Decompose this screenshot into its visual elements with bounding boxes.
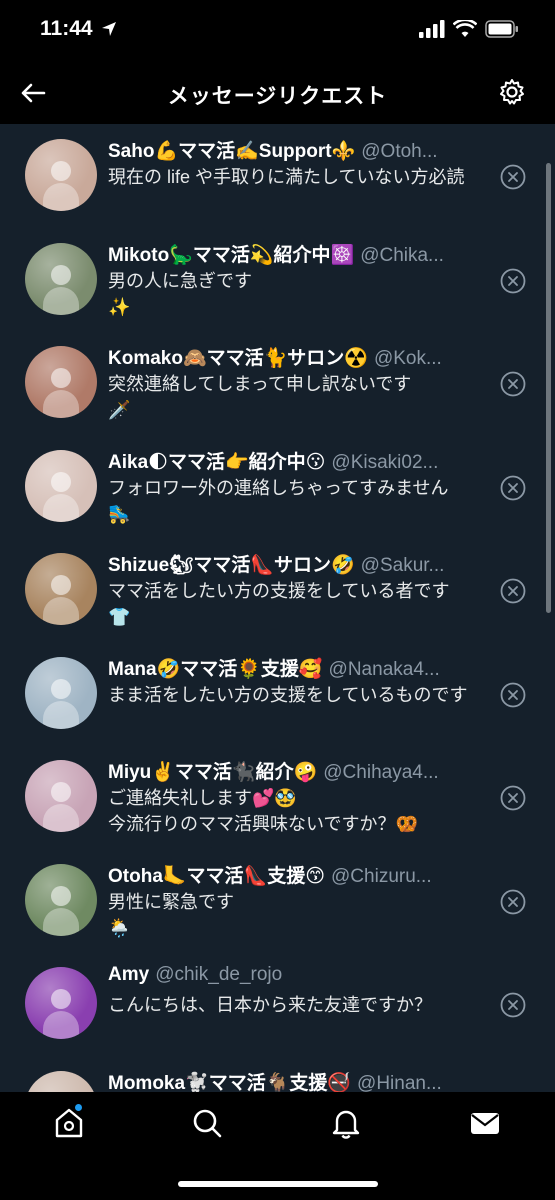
user-handle: @Chihaya4...: [323, 762, 439, 783]
request-header: Komako🙈ママ活🐈サロン☢️ @Kok...: [108, 343, 480, 370]
message-preview: ママ活をしたい方の支援をしている者です 👕: [108, 581, 450, 627]
status-time: 11:44: [40, 17, 93, 40]
avatar[interactable]: [25, 139, 97, 211]
display-name: Miyu✌️ママ活🐈‍⬛紹介🤪: [108, 762, 318, 783]
request-header: Mikoto🦕ママ活💫紹介中☸️ @Chika...: [108, 240, 480, 267]
home-indicator: [178, 1181, 378, 1187]
dismiss-x-icon[interactable]: [500, 371, 526, 397]
message-preview: フォロワー外の連絡しちゃってすみません 🛼: [108, 477, 449, 524]
avatar[interactable]: [25, 656, 97, 729]
message-preview: こんにちは、日本から来た友達ですか？: [108, 995, 432, 1015]
user-handle: @Nanaka4...: [328, 658, 440, 680]
avatar[interactable]: [25, 346, 97, 418]
request-row[interactable]: Saho💪ママ活✍️Support⚜️ @Otoh... 現在の life や手取り…: [0, 124, 555, 227]
scrollbar[interactable]: [546, 163, 551, 613]
display-name: Otoha🦶ママ活👠支援😙: [108, 865, 326, 887]
header: メッセージリクエスト: [0, 62, 555, 124]
display-name: Shizue🐿ママ活👠サロン🤣: [108, 555, 355, 576]
user-handle: @Sakur...: [360, 555, 445, 576]
request-header: Amy @chik_de_rojo: [108, 964, 480, 986]
location-arrow-icon: [102, 22, 116, 36]
request-header: Momoka🐩ママ活🐐支援🚭 @Hinan...: [108, 1068, 480, 1093]
user-handle: @Chika...: [360, 244, 444, 266]
request-header: Otoha🦶ママ活👠支援😙 @Chizuru...: [108, 861, 480, 888]
dismiss-x-icon[interactable]: [500, 475, 526, 501]
request-header: Mana🤣ママ活🌻支援🥰 @Nanaka4...: [108, 654, 480, 681]
message-preview: まま活をしたい方の支援をしているものです: [108, 684, 468, 705]
display-name: Komako🙈ママ活🐈サロン☢️: [108, 348, 368, 369]
user-handle: @chik_de_rojo: [155, 964, 283, 985]
message-preview: 現在の life や手取りに満たしていない方必読: [108, 167, 465, 187]
request-row[interactable]: Otoha🦶ママ活👠支援😙 @Chizuru... 男性に緊急です 🌦️: [0, 849, 555, 952]
bell-icon[interactable]: [329, 1106, 363, 1140]
request-row[interactable]: Komako🙈ママ活🐈サロン☢️ @Kok... 突然連絡してしまって申し訳ないです…: [0, 331, 555, 434]
display-name: Mikoto🦕ママ活💫紹介中☸️: [108, 244, 355, 266]
request-row[interactable]: Aika🌓ママ活👉紹介中😗 @Kisaki02... フォロワー外の連絡しちゃってす…: [0, 435, 555, 538]
request-header: Shizue🐿ママ活👠サロン🤣 @Sakur...: [108, 550, 480, 577]
message-request-list: Saho💪ママ活✍️Support⚜️ @Otoh... 現在の life や手取り…: [0, 124, 555, 1092]
settings-gear-icon[interactable]: [497, 77, 527, 107]
search-icon[interactable]: [190, 1106, 224, 1140]
message-preview: 男性に緊急です 🌦️: [108, 891, 234, 938]
user-handle: @Otoh...: [361, 141, 438, 162]
wifi-icon: [453, 20, 477, 37]
dismiss-x-icon[interactable]: [500, 889, 526, 915]
dismiss-x-icon[interactable]: [500, 992, 526, 1018]
request-row[interactable]: Miyu✌️ママ活🐈‍⬛紹介🤪 @Chihaya4... ご連絡失礼します💕🥸 今流…: [0, 745, 555, 848]
request-row[interactable]: Momoka🐩ママ活🐐支援🚭 @Hinan...: [0, 1056, 555, 1093]
request-row[interactable]: Mikoto🦕ママ活💫紹介中☸️ @Chika... 男の人に急ぎです ✨: [0, 228, 555, 331]
avatar[interactable]: [25, 863, 97, 936]
avatar[interactable]: [25, 967, 97, 1039]
avatar[interactable]: [25, 242, 97, 315]
dismiss-x-icon[interactable]: [500, 164, 526, 190]
dismiss-x-icon[interactable]: [500, 682, 526, 708]
display-name: Mana🤣ママ活🌻支援🥰: [108, 658, 323, 680]
request-row[interactable]: Mana🤣ママ活🌻支援🥰 @Nanaka4... まま活をしたい方の支援をしているも…: [0, 642, 555, 745]
user-handle: @Kisaki02...: [331, 451, 439, 473]
mail-icon[interactable]: [468, 1106, 502, 1140]
avatar[interactable]: [25, 1070, 97, 1092]
request-row[interactable]: Amy @chik_de_rojo こんにちは、日本から来た友達ですか？: [0, 952, 555, 1055]
request-header: Aika🌓ママ活👉紹介中😗 @Kisaki02...: [108, 447, 480, 474]
message-preview: 男の人に急ぎです ✨: [108, 270, 252, 317]
display-name: Momoka🐩ママ活🐐支援🚭: [108, 1072, 352, 1093]
dismiss-x-icon[interactable]: [500, 578, 526, 604]
display-name: Saho💪ママ活✍️Support⚜️: [108, 141, 356, 162]
user-handle: @Chizuru...: [331, 865, 432, 887]
request-header: Miyu✌️ママ活🐈‍⬛紹介🤪 @Chihaya4...: [108, 757, 480, 784]
battery-icon: [485, 20, 518, 38]
page-title: メッセージリクエスト: [167, 85, 388, 108]
notification-dot: [75, 1104, 82, 1111]
display-name: Amy: [108, 964, 150, 985]
dismiss-x-icon[interactable]: [500, 785, 526, 811]
avatar[interactable]: [25, 553, 97, 625]
avatar[interactable]: [25, 760, 97, 832]
user-handle: @Hinan...: [357, 1072, 442, 1093]
display-name: Aika🌓ママ活👉紹介中😗: [108, 451, 326, 473]
avatar[interactable]: [25, 449, 97, 522]
cellular-signal-icon: [419, 20, 445, 38]
dismiss-x-icon[interactable]: [500, 268, 526, 294]
user-handle: @Kok...: [373, 348, 442, 369]
request-header: Saho💪ママ活✍️Support⚜️ @Otoh...: [108, 136, 480, 163]
message-preview: 突然連絡してしまって申し訳ないです 🗡️: [108, 374, 412, 420]
request-row[interactable]: Shizue🐿ママ活👠サロン🤣 @Sakur... ママ活をしたい方の支援をしている…: [0, 538, 555, 641]
home-icon[interactable]: [52, 1106, 86, 1140]
message-preview: ご連絡失礼します💕🥸 今流行りのママ活興味ないですか？🥨: [108, 788, 418, 834]
status-bar: 11:44: [0, 0, 555, 62]
